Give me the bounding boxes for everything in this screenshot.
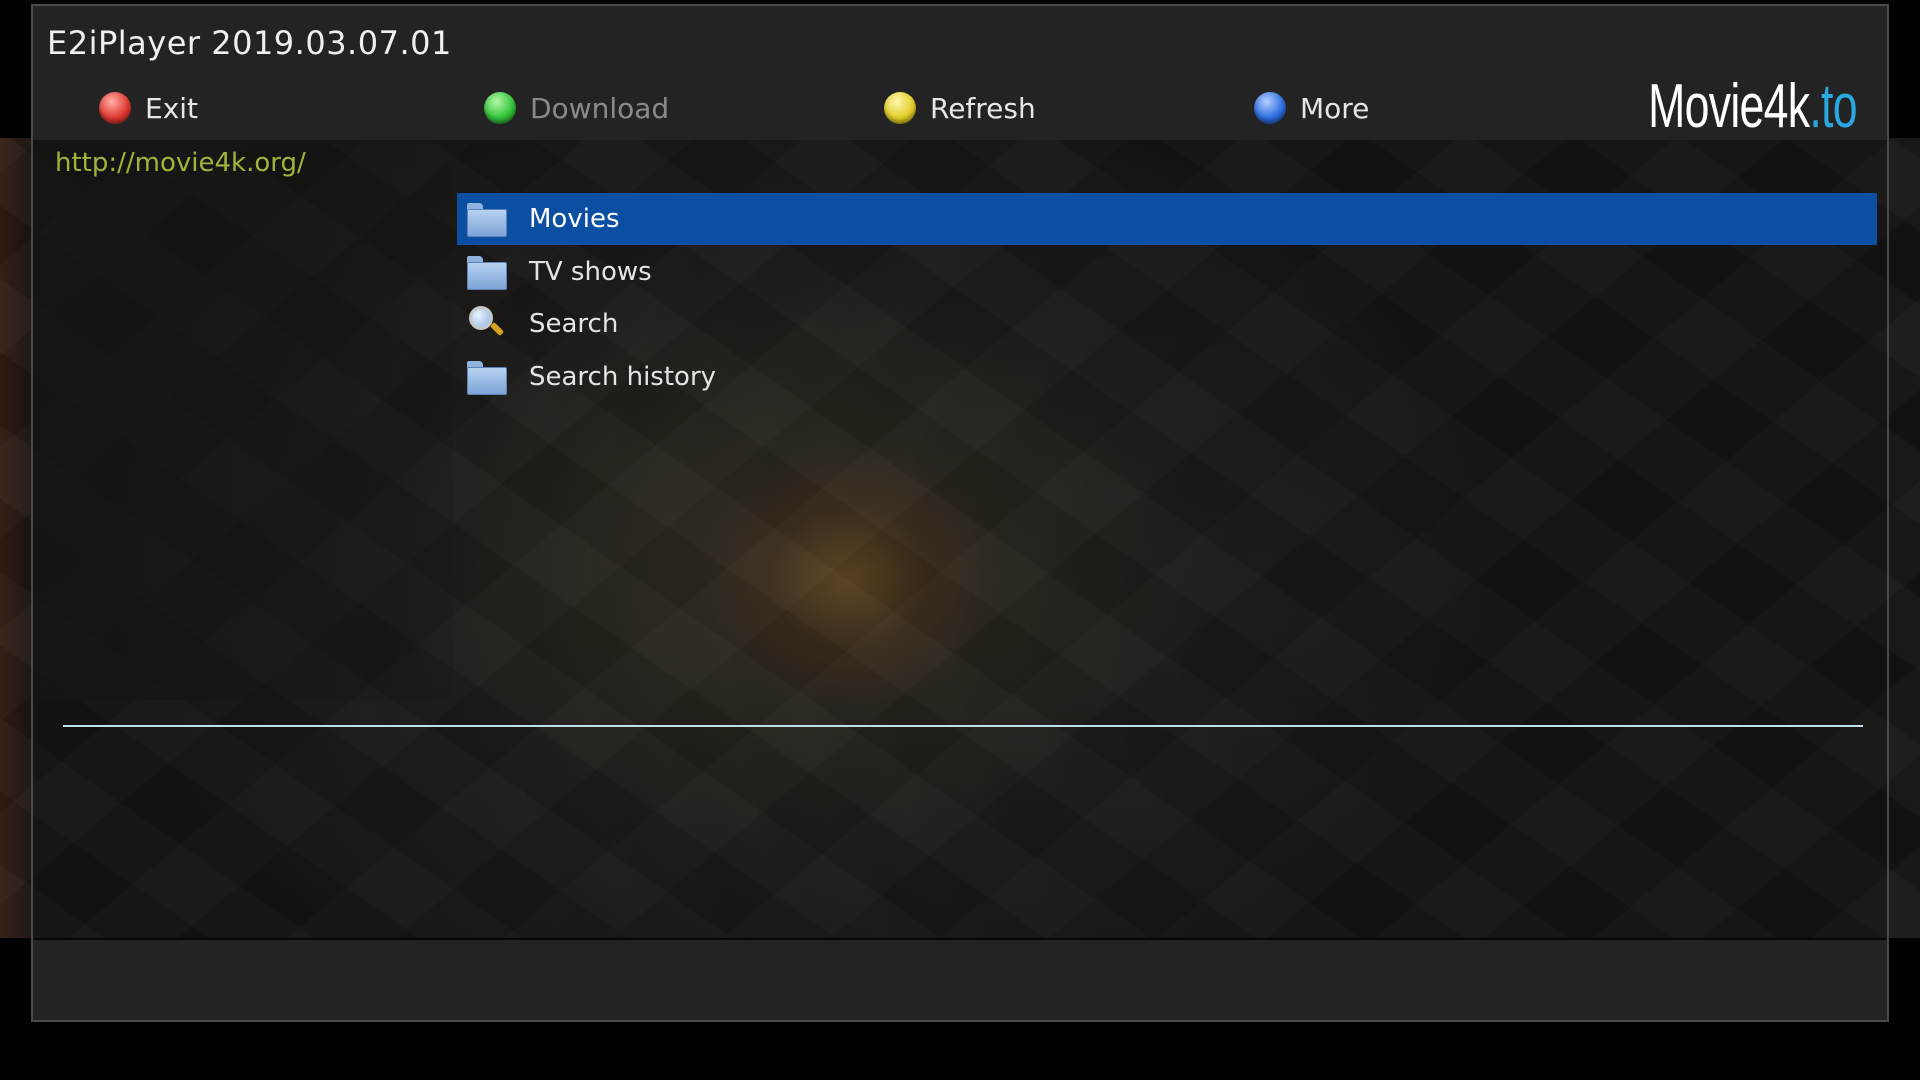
left-panel: [33, 140, 453, 700]
menu-item-search[interactable]: Search: [457, 298, 1877, 350]
app-title: E2iPlayer 2019.03.07.01: [47, 24, 452, 62]
url-label: http://movie4k.org/: [55, 148, 306, 178]
folder-icon: [465, 252, 509, 292]
yellow-button-icon: [884, 92, 916, 124]
movie4k-logo: Movie4k.to: [1648, 76, 1857, 138]
menu-item-tv-shows[interactable]: TV shows: [457, 246, 1877, 298]
folder-icon: [465, 199, 509, 239]
app-window: E2iPlayer 2019.03.07.01 Exit Download Re…: [31, 4, 1889, 1022]
menu-item-label: Movies: [529, 204, 620, 234]
logo-tld: .to: [1809, 72, 1858, 141]
refresh-button-label: Refresh: [930, 91, 1036, 125]
menu-item-label: Search history: [529, 361, 717, 392]
more-button[interactable]: More: [1254, 88, 1369, 128]
screen: E2iPlayer 2019.03.07.01 Exit Download Re…: [0, 0, 1920, 1080]
menu-item-search-history[interactable]: Search history: [457, 351, 1877, 403]
folder-icon: [465, 357, 509, 397]
blue-button-icon: [1254, 92, 1286, 124]
header-bar: E2iPlayer 2019.03.07.01 Exit Download Re…: [33, 6, 1887, 140]
footer-bar: [33, 940, 1887, 1020]
download-button[interactable]: Download: [484, 88, 669, 128]
red-button-icon: [99, 92, 131, 124]
download-button-label: Download: [530, 91, 670, 125]
more-button-label: More: [1300, 91, 1370, 125]
refresh-button[interactable]: Refresh: [884, 88, 1036, 128]
exit-button-label: Exit: [145, 91, 199, 125]
exit-button[interactable]: Exit: [99, 88, 198, 128]
menu-item-label: TV shows: [529, 256, 652, 287]
divider: [63, 725, 1863, 727]
menu-item-label: Search: [529, 309, 619, 339]
menu-list: Movies TV shows Search Search history: [457, 193, 1877, 403]
menu-item-movies[interactable]: Movies: [457, 193, 1877, 245]
green-button-icon: [484, 92, 516, 124]
logo-name: Movie4k: [1648, 72, 1810, 141]
search-icon: [465, 304, 509, 344]
